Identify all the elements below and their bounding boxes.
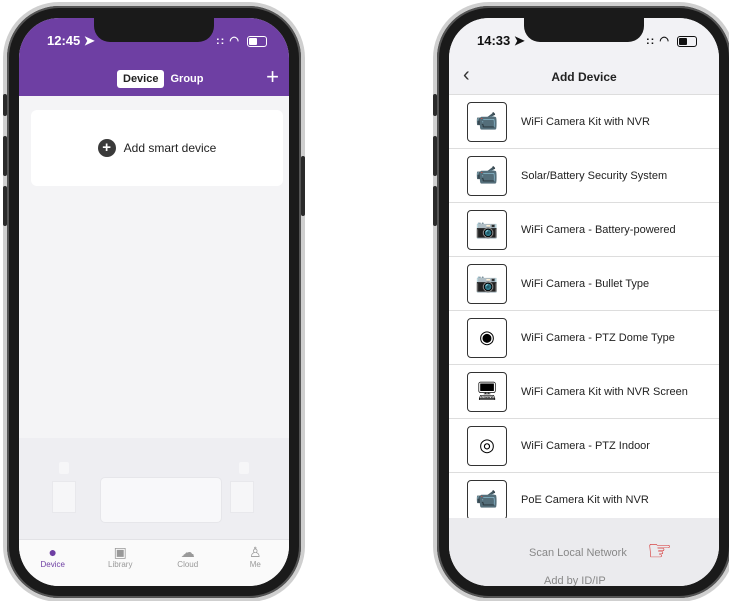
mute-switch	[433, 94, 437, 116]
list-item-label: WiFi Camera - PTZ Indoor	[521, 439, 650, 452]
left-screen: 12:45 ➤ :: ◠ Device Group + + Add smart …	[19, 18, 289, 586]
lamp-right-icon	[239, 462, 249, 474]
list-item[interactable]: ◉ WiFi Camera - PTZ Dome Type	[449, 311, 719, 365]
tab-cloud-label: Cloud	[177, 560, 199, 569]
tab-bar: ● Device ▣ Library ☁ Cloud ♙ Me	[19, 539, 289, 586]
device-type-list: 📹 WiFi Camera Kit with NVR 📹 Solar/Batte…	[449, 95, 719, 527]
footer-actions: Scan Local Network ☜ Add by ID/IP	[449, 518, 719, 586]
ptz-dome-camera-icon: ◉	[467, 317, 507, 358]
list-item[interactable]: 📹 Solar/Battery Security System	[449, 149, 719, 203]
mute-switch	[3, 94, 7, 116]
segment-group[interactable]: Group	[164, 70, 209, 88]
image-icon: ▣	[113, 544, 127, 560]
sofa-illustration	[101, 478, 221, 522]
right-screen: 14:33 ➤ :: ◠ ‹ Add Device 📹 WiFi Camera …	[449, 18, 719, 586]
tab-cloud[interactable]: ☁ Cloud	[154, 540, 222, 586]
tab-device[interactable]: ● Device	[19, 540, 87, 586]
list-item-label: WiFi Camera - PTZ Dome Type	[521, 331, 675, 344]
volume-down-button	[433, 186, 437, 226]
add-by-id-button[interactable]: Add by ID/IP	[544, 575, 606, 586]
notch	[94, 18, 214, 42]
cloud-icon: ☁	[180, 544, 195, 560]
volume-up-button	[3, 136, 7, 176]
side-table-left	[53, 482, 75, 512]
poe-camera-kit-icon: 📹	[467, 479, 507, 520]
list-item-label: WiFi Camera Kit with NVR	[521, 115, 650, 128]
battery-camera-icon: 📷	[467, 209, 507, 250]
person-icon: ♙	[248, 544, 262, 560]
nvr-screen-kit-icon: 🖥	[467, 371, 507, 412]
tab-me[interactable]: ♙ Me	[222, 540, 290, 586]
list-item[interactable]: ◎ WiFi Camera - PTZ Indoor	[449, 419, 719, 473]
add-smart-device-card[interactable]: + Add smart device	[31, 110, 283, 186]
status-icons: :: ◠	[646, 34, 697, 47]
right-phone: 14:33 ➤ :: ◠ ‹ Add Device 📹 WiFi Camera …	[433, 6, 729, 598]
signal-icon: ::	[215, 35, 226, 47]
status-time: 14:33 ➤	[477, 33, 525, 48]
list-item[interactable]: 📹 WiFi Camera Kit with NVR	[449, 95, 719, 149]
pointing-hand-icon: ☜	[647, 535, 673, 566]
list-item[interactable]: 📷 WiFi Camera - Battery-powered	[449, 203, 719, 257]
volume-down-button	[3, 186, 7, 226]
wifi-icon: ◠	[659, 35, 670, 47]
nav-bar: ‹ Add Device	[449, 62, 719, 95]
status-icons: :: ◠	[216, 34, 267, 47]
battery-icon	[677, 35, 697, 47]
device-group-toggle: Device Group	[117, 70, 209, 88]
person-circle-icon: ●	[48, 544, 57, 560]
list-item[interactable]: 📷 WiFi Camera - Bullet Type	[449, 257, 719, 311]
tab-device-label: Device	[40, 560, 65, 569]
list-item-label: PoE Camera Kit with NVR	[521, 493, 649, 506]
list-item-label: WiFi Camera Kit with NVR Screen	[521, 385, 688, 398]
tab-library[interactable]: ▣ Library	[87, 540, 155, 586]
power-button	[301, 156, 305, 216]
side-table-right	[231, 482, 253, 512]
left-phone: 12:45 ➤ :: ◠ Device Group + + Add smart …	[3, 6, 305, 598]
list-item-label: Solar/Battery Security System	[521, 169, 668, 182]
add-smart-device-label: Add smart device	[123, 141, 217, 155]
scan-local-network-button[interactable]: Scan Local Network	[529, 547, 627, 559]
tab-me-label: Me	[249, 560, 261, 569]
page-title: Add Device	[551, 70, 617, 84]
status-time: 12:45 ➤	[47, 33, 95, 48]
tab-library-label: Library	[108, 560, 133, 569]
plus-circle-icon: +	[97, 139, 116, 157]
solar-camera-kit-icon: 📹	[467, 155, 507, 196]
wifi-icon: ◠	[229, 35, 240, 47]
add-icon[interactable]: +	[266, 64, 279, 90]
list-item-label: WiFi Camera - Battery-powered	[521, 223, 676, 236]
list-item[interactable]: 🖥 WiFi Camera Kit with NVR Screen	[449, 365, 719, 419]
volume-up-button	[433, 136, 437, 176]
segment-device[interactable]: Device	[117, 70, 165, 88]
notch	[524, 18, 644, 42]
bullet-camera-icon: 📷	[467, 263, 507, 304]
ptz-indoor-camera-icon: ◎	[467, 425, 507, 466]
signal-icon: ::	[645, 35, 656, 47]
battery-icon	[247, 35, 267, 47]
list-item-label: WiFi Camera - Bullet Type	[521, 277, 650, 290]
camera-nvr-kit-icon: 📹	[467, 101, 507, 142]
lamp-left-icon	[59, 462, 69, 474]
